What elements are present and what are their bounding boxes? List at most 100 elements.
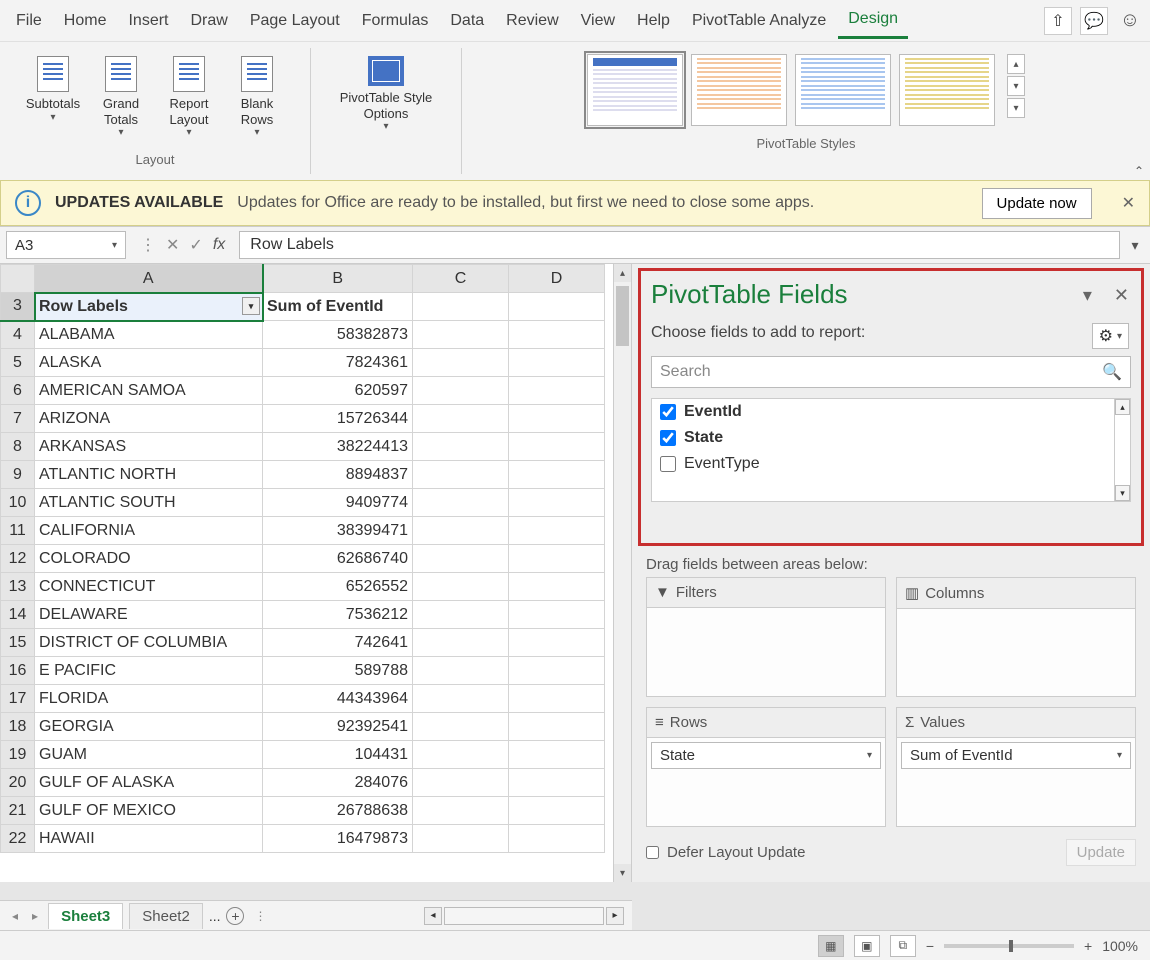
share-icon[interactable]: ⇧ xyxy=(1044,7,1072,35)
cell[interactable] xyxy=(509,517,605,545)
cell[interactable]: DELAWARE xyxy=(35,601,263,629)
pane-close-icon[interactable]: ✕ xyxy=(1114,285,1129,306)
cell[interactable]: ATLANTIC NORTH xyxy=(35,461,263,489)
cell[interactable]: AMERICAN SAMOA xyxy=(35,377,263,405)
tab-home[interactable]: Home xyxy=(54,4,117,38)
subtotals-button[interactable]: Subtotals ▾ xyxy=(22,52,84,152)
row-header[interactable]: 7 xyxy=(1,405,35,433)
cell[interactable]: ATLANTIC SOUTH xyxy=(35,489,263,517)
scroll-down-icon[interactable]: ▾ xyxy=(614,864,631,882)
cell[interactable] xyxy=(509,293,605,321)
horizontal-scrollbar[interactable] xyxy=(444,907,604,925)
cell[interactable]: ARKANSAS xyxy=(35,433,263,461)
sheet-nav-next[interactable]: ▸ xyxy=(28,909,42,923)
row-header[interactable]: 12 xyxy=(1,545,35,573)
row-header[interactable]: 22 xyxy=(1,825,35,853)
zoom-slider[interactable] xyxy=(944,944,1074,948)
hscroll-left[interactable]: ◂ xyxy=(424,907,442,925)
cell[interactable] xyxy=(509,573,605,601)
fx-icon[interactable]: fx xyxy=(213,236,225,254)
blank-rows-button[interactable]: Blank Rows ▾ xyxy=(226,52,288,152)
field-checkbox[interactable] xyxy=(660,456,676,472)
tab-view[interactable]: View xyxy=(571,4,625,38)
field-list[interactable]: EventId State EventType ▴ ▾ xyxy=(651,398,1131,502)
cell[interactable]: 8894837 xyxy=(263,461,413,489)
styles-scroll-up[interactable]: ▴ xyxy=(1007,54,1025,74)
row-header[interactable]: 18 xyxy=(1,713,35,741)
cell[interactable]: 38224413 xyxy=(263,433,413,461)
field-checkbox[interactable] xyxy=(660,404,676,420)
sheet-opts-icon[interactable]: ⋮ xyxy=(250,909,270,923)
hscroll-right[interactable]: ▸ xyxy=(606,907,624,925)
cell[interactable]: E PACIFIC xyxy=(35,657,263,685)
rows-area-item[interactable]: State ▾ xyxy=(651,742,881,769)
update-close-icon[interactable]: ✕ xyxy=(1122,193,1135,213)
cell[interactable] xyxy=(509,769,605,797)
row-header[interactable]: 9 xyxy=(1,461,35,489)
cell[interactable] xyxy=(413,489,509,517)
scroll-up-icon[interactable]: ▴ xyxy=(614,264,631,282)
cell[interactable]: CALIFORNIA xyxy=(35,517,263,545)
spreadsheet-grid[interactable]: A B C D 3 Row Labels ▾ Sum of EventId 4A… xyxy=(0,264,605,853)
name-box[interactable]: A3 ▾ xyxy=(6,231,126,259)
grand-totals-button[interactable]: Grand Totals ▾ xyxy=(90,52,152,152)
formula-opts-icon[interactable]: ⋮ xyxy=(140,235,156,255)
cell[interactable] xyxy=(413,769,509,797)
row-header[interactable]: 6 xyxy=(1,377,35,405)
column-header-C[interactable]: C xyxy=(413,265,509,293)
styles-more[interactable]: ▾ xyxy=(1007,98,1025,118)
cell[interactable]: 6526552 xyxy=(263,573,413,601)
cell[interactable]: 92392541 xyxy=(263,713,413,741)
values-area[interactable]: ΣValues Sum of EventId ▾ xyxy=(896,707,1136,827)
cell[interactable]: ALABAMA xyxy=(35,321,263,349)
gear-icon[interactable]: ⚙ ▾ xyxy=(1092,323,1129,349)
update-now-button[interactable]: Update now xyxy=(982,188,1092,219)
zoom-level[interactable]: 100% xyxy=(1102,938,1138,954)
cell[interactable]: ALASKA xyxy=(35,349,263,377)
tab-insert[interactable]: Insert xyxy=(118,4,178,38)
tab-formulas[interactable]: Formulas xyxy=(352,4,439,38)
page-layout-view-button[interactable]: ▣ xyxy=(854,935,880,957)
cell[interactable] xyxy=(413,573,509,601)
field-scroll-up[interactable]: ▴ xyxy=(1115,399,1130,415)
row-header[interactable]: 4 xyxy=(1,321,35,349)
tab-file[interactable]: File xyxy=(6,4,52,38)
cell[interactable] xyxy=(509,741,605,769)
page-break-view-button[interactable]: ⧉ xyxy=(890,935,916,957)
cell[interactable]: COLORADO xyxy=(35,545,263,573)
tab-data[interactable]: Data xyxy=(440,4,494,38)
style-thumbnail[interactable] xyxy=(587,54,683,126)
cell[interactable] xyxy=(509,825,605,853)
cell[interactable]: 58382873 xyxy=(263,321,413,349)
cell[interactable] xyxy=(413,741,509,769)
cell[interactable]: ARIZONA xyxy=(35,405,263,433)
feedback-icon[interactable]: ☺ xyxy=(1116,7,1144,35)
row-header[interactable]: 8 xyxy=(1,433,35,461)
cell[interactable] xyxy=(509,685,605,713)
tab-review[interactable]: Review xyxy=(496,4,568,38)
cell[interactable] xyxy=(413,433,509,461)
field-checkbox[interactable] xyxy=(660,430,676,446)
column-header-A[interactable]: A xyxy=(35,265,263,293)
scrollbar-thumb[interactable] xyxy=(616,286,629,346)
cell[interactable]: GUAM xyxy=(35,741,263,769)
defer-layout-checkbox[interactable] xyxy=(646,846,659,859)
cell[interactable]: GEORGIA xyxy=(35,713,263,741)
cell[interactable]: HAWAII xyxy=(35,825,263,853)
cell-B3[interactable]: Sum of EventId xyxy=(263,293,413,321)
style-thumbnail[interactable] xyxy=(795,54,891,126)
cell[interactable]: 742641 xyxy=(263,629,413,657)
cell[interactable] xyxy=(413,685,509,713)
cell[interactable]: 620597 xyxy=(263,377,413,405)
field-item[interactable]: State xyxy=(652,425,1130,451)
filter-dropdown-icon[interactable]: ▾ xyxy=(242,297,260,315)
row-header[interactable]: 16 xyxy=(1,657,35,685)
row-header[interactable]: 5 xyxy=(1,349,35,377)
cell[interactable]: CONNECTICUT xyxy=(35,573,263,601)
tab-draw[interactable]: Draw xyxy=(180,4,237,38)
cell[interactable]: 38399471 xyxy=(263,517,413,545)
report-layout-button[interactable]: Report Layout ▾ xyxy=(158,52,220,152)
row-header[interactable]: 21 xyxy=(1,797,35,825)
cell[interactable]: 44343964 xyxy=(263,685,413,713)
rows-area[interactable]: ≡Rows State ▾ xyxy=(646,707,886,827)
